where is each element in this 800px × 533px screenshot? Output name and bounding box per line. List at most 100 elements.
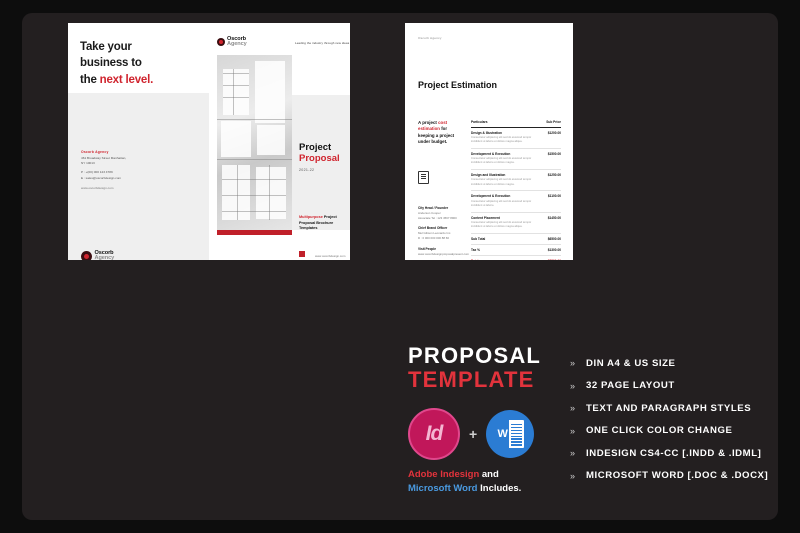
feature-label: MICROSOFT WORD [.DOC & .DOCX] bbox=[586, 470, 769, 482]
headline-line-1: Take your bbox=[80, 41, 132, 53]
software-caption: Adobe Indesign and Microsoft Word Includ… bbox=[408, 468, 521, 497]
chevron-double-right-icon: » bbox=[570, 380, 576, 391]
software-icons: Id + W bbox=[408, 408, 535, 460]
chevron-double-right-icon: » bbox=[570, 425, 576, 436]
promo-title-group: PROPOSAL TEMPLATE bbox=[408, 343, 578, 392]
headline-line-3: the next level. bbox=[80, 72, 153, 88]
promo-title-proposal: PROPOSAL bbox=[408, 343, 542, 368]
subtotal-value: $6500.00 bbox=[547, 237, 561, 242]
presentation-canvas: Take your business to the next level. Os… bbox=[0, 0, 800, 533]
row-name: Design and Illustration bbox=[471, 173, 506, 178]
contact-line-1: www.oscorbdesignproposalpresent.com bbox=[418, 251, 470, 256]
software-caption-line-2: Microsoft Word Includes. bbox=[408, 482, 521, 496]
chevron-double-right-icon: » bbox=[570, 470, 576, 481]
row-name: Design & Illustration bbox=[471, 130, 502, 135]
table-row-main: Development & Execution $1500.00 bbox=[471, 152, 561, 156]
row-name: Development & Execution bbox=[471, 194, 511, 199]
project-estimation-page: Oscorb Agency Project Estimation A proje… bbox=[405, 23, 573, 260]
caption-indesign: Adobe Indesign bbox=[408, 469, 480, 480]
feature-item: » TEXT AND PARAGRAPH STYLES bbox=[570, 397, 768, 420]
cover-url: www.oscorbdesign.com bbox=[315, 254, 346, 258]
contact-line-2: Associate Tel : 123 4567 8900 bbox=[418, 215, 457, 220]
feature-label: 32 PAGE LAYOUT bbox=[586, 380, 675, 392]
headline-line-2: business to bbox=[80, 57, 142, 70]
indesign-icon: Id bbox=[408, 408, 460, 460]
table-row-main: Development & Execution $1100.00 bbox=[471, 194, 561, 198]
contact-block: Visit People www.oscorbdesignproposalpre… bbox=[418, 247, 470, 257]
address-block: Oscorb Agency 461 Broadway Street Manhat… bbox=[81, 150, 153, 190]
chevron-double-right-icon: » bbox=[570, 358, 576, 369]
table-row: Content Placement $1450.00 Consectetur a… bbox=[471, 213, 561, 235]
address-heading: Oscorb Agency bbox=[81, 150, 109, 154]
headline-plain: the bbox=[80, 73, 100, 86]
word-icon-page: W bbox=[496, 420, 524, 448]
chevron-double-right-icon: » bbox=[570, 403, 576, 414]
table-row: Development & Execution $1500.00 Consect… bbox=[471, 149, 561, 171]
page2-lead-text: A project cost estimation for keeping a … bbox=[418, 120, 460, 146]
feature-item: » MICROSOFT WORD [.DOC & .DOCX] bbox=[570, 465, 768, 488]
row-price: $1100.00 bbox=[547, 194, 561, 199]
table-row-main: Design and Illustration $1250.00 bbox=[471, 173, 561, 177]
table-header-row: Particulars Sub Price bbox=[471, 120, 561, 128]
chevron-double-right-icon: » bbox=[570, 448, 576, 459]
contact-heading: City Head / Founder bbox=[418, 206, 449, 210]
row-description: Consectetur adipiscing elit sed do eiusm… bbox=[471, 199, 532, 207]
logo-wordmark-small: Oscorb Agency bbox=[227, 36, 247, 48]
front-cover: Oscorb Agency Leading the industry throu… bbox=[209, 23, 350, 260]
page2-contacts: City Head / Founder Anderson Cooper Asso… bbox=[418, 206, 470, 260]
lead-pre: A project bbox=[418, 120, 439, 125]
row-description: Consectetur adipiscing elit sed do eiusm… bbox=[471, 220, 532, 229]
word-icon-lines bbox=[509, 422, 524, 446]
row-price: $1200.00 bbox=[547, 130, 561, 135]
page2-title: Project Estimation bbox=[418, 80, 498, 90]
tax-row: Tax % $1300.00 bbox=[471, 245, 561, 257]
caption-includes: Includes. bbox=[477, 483, 522, 495]
word-icon-letter: W bbox=[496, 420, 509, 448]
row-price: $1450.00 bbox=[547, 215, 561, 220]
cover-footer-text: Multipurpose Project Proposal Brochure T… bbox=[299, 215, 350, 232]
word-icon: W bbox=[486, 410, 535, 458]
brand-tagline: Leading the industry through new ideas bbox=[295, 41, 350, 45]
column-header-price: Sub Price bbox=[546, 120, 561, 124]
cover-spread-mockup: Take your business to the next level. Os… bbox=[68, 23, 350, 260]
cover-title-group: Project Proposal 2021-22 bbox=[299, 142, 340, 172]
feature-label: ONE CLICK COLOR CHANGE bbox=[586, 425, 733, 437]
indesign-icon-label: Id bbox=[425, 422, 444, 445]
table-row: Design & Illustration $1200.00 Consectet… bbox=[471, 128, 561, 149]
architecture-photo bbox=[217, 55, 292, 230]
subtotal-row: Sub Total $6500.00 bbox=[471, 234, 561, 246]
address-email: E : sales@oscorbdesign.com bbox=[81, 175, 122, 180]
column-header-particulars: Particulars bbox=[471, 120, 488, 124]
feature-item: » ONE CLICK COLOR CHANGE bbox=[570, 420, 768, 443]
table-row-main: Content Placement $1450.00 bbox=[471, 216, 561, 220]
total-value: $7800.00 bbox=[548, 259, 561, 260]
row-description: Consectetur adipiscing elit sed do eiusm… bbox=[471, 135, 532, 143]
cover-footer-accent: Multipurpose bbox=[299, 215, 323, 219]
back-cover-logo: Oscorb Agency bbox=[81, 251, 114, 260]
plus-icon: + bbox=[469, 426, 478, 442]
cover-headline: Take your business to the next level. bbox=[80, 39, 153, 88]
oscorb-logo-icon-small bbox=[217, 38, 225, 47]
row-price: $1250.00 bbox=[547, 173, 561, 178]
contact-heading: Chief Brand Officer bbox=[418, 226, 448, 231]
oscorb-logo-icon bbox=[81, 251, 92, 260]
row-description: Consectetur adipiscing elit sed do eiusm… bbox=[471, 157, 532, 165]
caption-word: Microsoft Word bbox=[408, 483, 478, 495]
headline-accent: next level. bbox=[99, 73, 154, 86]
table-row-main: Design & Illustration $1200.00 bbox=[471, 131, 561, 135]
feature-label: DIN A4 & US SIZE bbox=[586, 357, 676, 369]
page2-brand-label: Oscorb Agency bbox=[418, 36, 442, 40]
cover-year: 2021-22 bbox=[299, 167, 315, 172]
cover-footer-plain: Project bbox=[322, 215, 337, 219]
tax-label: Tax % bbox=[471, 248, 480, 253]
feature-item: » INDESIGN CS4-CC [.INDD & .IDML] bbox=[570, 442, 768, 465]
photo-accent-bar bbox=[217, 230, 292, 235]
total-row: Total $7800.00 bbox=[471, 256, 561, 260]
row-name: Content Placement bbox=[471, 215, 500, 220]
contact-block: City Head / Founder Anderson Cooper Asso… bbox=[418, 206, 462, 220]
subtotal-label: Sub Total bbox=[471, 237, 486, 242]
address-url: www.oscorbdesign.com bbox=[81, 186, 114, 191]
row-description: Consectetur adipiscing elit sed do eiusm… bbox=[471, 178, 532, 186]
front-cover-logo: Oscorb Agency bbox=[217, 36, 247, 48]
caption-and: and bbox=[479, 469, 499, 480]
